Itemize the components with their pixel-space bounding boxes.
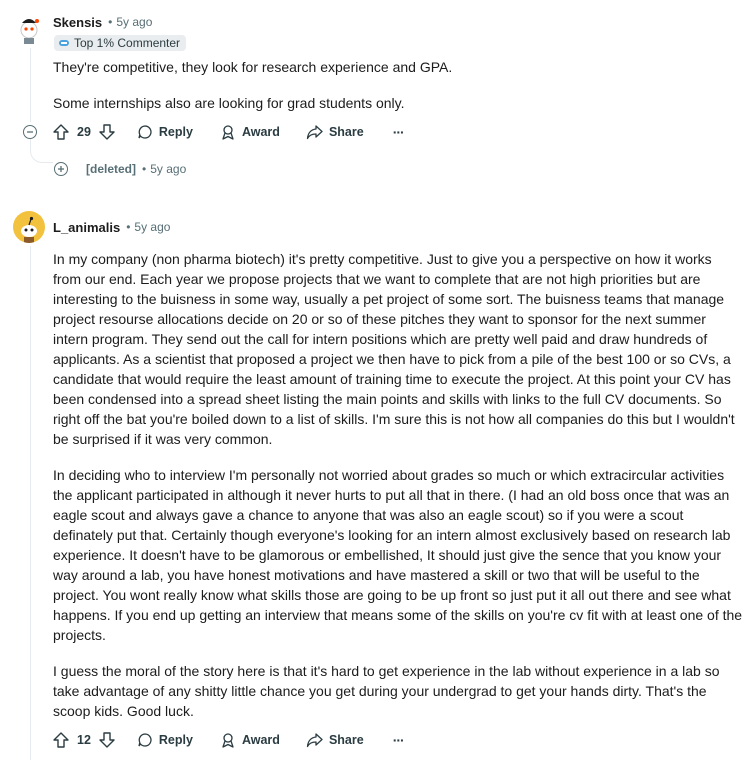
reply-button[interactable]: Reply	[137, 124, 193, 140]
comment-actions: 29 Reply Award Share ···	[52, 116, 405, 148]
comment-paragraph: In my company (non pharma biotech) it's …	[53, 251, 735, 447]
reply-label: Reply	[158, 733, 193, 747]
more-options-button[interactable]: ···	[393, 124, 405, 140]
reply-button[interactable]: Reply	[137, 732, 193, 748]
vote-count: 29	[77, 125, 91, 139]
comment-body: In my company (non pharma biotech) it's …	[53, 249, 743, 737]
avatar[interactable]	[13, 211, 45, 243]
comment-time[interactable]: 5y ago	[150, 162, 186, 176]
award-icon	[220, 124, 236, 140]
thread-line	[30, 48, 31, 122]
upvote-icon[interactable]	[52, 731, 70, 749]
comment-time[interactable]: 5y ago	[116, 15, 152, 29]
share-icon	[306, 124, 323, 140]
comment-author[interactable]: L_animalis	[53, 220, 120, 235]
share-label: Share	[328, 733, 364, 747]
more-options-button[interactable]: ···	[393, 732, 405, 748]
separator-dot: •	[108, 15, 113, 29]
comment-paragraph: They're competitive, they look for resea…	[53, 59, 453, 75]
flair-label: Top 1% Commenter	[74, 36, 181, 50]
share-label: Share	[328, 125, 364, 139]
award-label: Award	[241, 125, 280, 139]
comment-author[interactable]: Skensis	[53, 15, 102, 30]
separator-dot: •	[142, 162, 147, 176]
comment-bubble-icon	[137, 732, 153, 748]
award-label: Award	[241, 733, 280, 747]
award-button[interactable]: Award	[220, 124, 280, 140]
comment-paragraph: In deciding who to interview I'm persona…	[53, 467, 743, 643]
reply-label: Reply	[158, 125, 193, 139]
share-button[interactable]: Share	[306, 124, 364, 140]
deleted-author: [deleted]	[86, 162, 137, 176]
award-button[interactable]: Award	[220, 732, 280, 748]
downvote-icon[interactable]	[98, 731, 116, 749]
user-flair: Top 1% Commenter	[54, 35, 187, 51]
comment-paragraph: I guess the moral of the story here is t…	[53, 663, 720, 719]
collapse-thread-button[interactable]	[23, 125, 37, 139]
share-icon	[306, 732, 323, 748]
trophy-icon	[58, 38, 70, 48]
comment-paragraph: Some internships also are looking for gr…	[53, 95, 405, 111]
expand-thread-button[interactable]	[54, 162, 68, 176]
comment-time[interactable]: 5y ago	[134, 220, 170, 234]
avatar[interactable]	[13, 13, 45, 45]
vote-count: 12	[77, 733, 91, 747]
upvote-icon[interactable]	[52, 123, 70, 141]
award-icon	[220, 732, 236, 748]
comment-bubble-icon	[137, 124, 153, 140]
separator-dot: •	[126, 220, 131, 234]
downvote-icon[interactable]	[98, 123, 116, 141]
share-button[interactable]: Share	[306, 732, 364, 748]
thread-connector	[30, 138, 53, 163]
thread-line	[30, 246, 31, 760]
comment-actions: 12 Reply Award Share ···	[52, 724, 405, 756]
